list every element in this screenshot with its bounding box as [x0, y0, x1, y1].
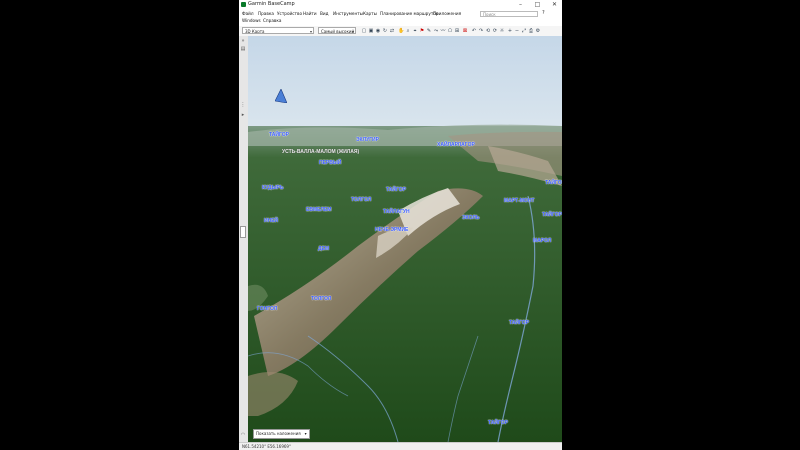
- zoom-icon[interactable]: ⌕: [405, 28, 411, 34]
- garmin-icon: [241, 2, 246, 7]
- tilt-icon[interactable]: ⟳: [492, 28, 498, 34]
- track-icon[interactable]: 〰: [440, 28, 446, 34]
- rotate-icon[interactable]: ⟲: [485, 28, 491, 34]
- maximize-icon[interactable]: □: [532, 0, 543, 9]
- menu-device[interactable]: Устройство: [277, 11, 302, 16]
- menu-route-planning[interactable]: Планирование маршрутов: [380, 11, 438, 16]
- splitter-handle[interactable]: [240, 226, 246, 238]
- coordinates-readout: N61.54210° E56.16969°: [242, 444, 291, 449]
- measure-icon[interactable]: ⊞: [454, 28, 460, 34]
- map-label[interactable]: ТОЛГОЛ: [351, 197, 371, 203]
- menu-help[interactable]: Справка: [263, 18, 281, 23]
- map-label[interactable]: КУДЫРЬ: [262, 185, 283, 191]
- detail-select-value: Самый высокий: [321, 29, 355, 34]
- pencil-icon[interactable]: ✎: [426, 28, 432, 34]
- map-label[interactable]: ГОНГОЛ: [257, 306, 277, 312]
- route-icon[interactable]: ⤳: [433, 28, 439, 34]
- refresh-icon[interactable]: ↻: [382, 28, 388, 34]
- zoom-in-icon[interactable]: +: [507, 28, 513, 34]
- map-label[interactable]: ТАЙГОР: [509, 320, 529, 326]
- map-label[interactable]: ТАЙГОР: [542, 212, 562, 218]
- expand-icon[interactable]: ⤢: [521, 28, 527, 34]
- map-label[interactable]: ТАЙГОР: [545, 180, 562, 186]
- 3d-map-view[interactable]: ТАЙГОР ЭКЛУГИР ХАЙЛАРЛАГОР УСТЬ-ВАЛЛА-МАЛОМ…: [248, 36, 562, 442]
- chevron-down-icon: ▾: [351, 29, 354, 34]
- map-label[interactable]: ПЕРВЫЙ: [319, 160, 341, 166]
- map-label[interactable]: МАРТ-МОНТ: [504, 198, 534, 204]
- map-label[interactable]: ТАЙГОР: [488, 420, 508, 426]
- area-icon[interactable]: ⬠: [447, 28, 453, 34]
- search-input[interactable]: Поиск: [480, 11, 538, 17]
- map-label[interactable]: ТАЙГОР: [269, 132, 289, 138]
- select-icon[interactable]: ⌖: [412, 28, 418, 34]
- basecamp-window: Garmin BaseCamp – □ ✕ Файл Правка Устрой…: [239, 0, 562, 450]
- zoom-out-icon[interactable]: −: [514, 28, 520, 34]
- print-icon[interactable]: ⎙: [528, 28, 534, 34]
- overlay-toggle-button[interactable]: Показать наложения ▾: [253, 429, 310, 439]
- map-label[interactable]: МАРОЛ: [533, 238, 551, 244]
- map-label[interactable]: ТОЛГОЛ: [311, 296, 331, 302]
- map-label[interactable]: ЕВМЕЛЕМ: [306, 207, 331, 213]
- 3d-view-icon[interactable]: ▣: [368, 28, 374, 34]
- map-label[interactable]: УСТЬ-ВАЛЛА-МАЛОМ (ЖИЛАЯ): [282, 149, 359, 155]
- detail-select[interactable]: Самый высокий ▾: [318, 27, 356, 34]
- close-icon[interactable]: ✕: [549, 0, 560, 9]
- menu-tools[interactable]: Инструменты: [333, 11, 363, 16]
- waypoint-icon[interactable]: ⚑: [419, 28, 425, 34]
- map-select-value: 3D Карта: [245, 29, 265, 34]
- map-label[interactable]: ХАЙЛАРЛАГОР: [437, 142, 475, 148]
- library-icon[interactable]: ▤: [240, 46, 246, 52]
- minimize-icon[interactable]: –: [515, 0, 526, 9]
- wifi-icon: ◠: [240, 432, 246, 438]
- redo-icon[interactable]: ↷: [478, 28, 484, 34]
- settings-icon[interactable]: ⚙: [535, 28, 541, 34]
- menu-maps[interactable]: Карты: [363, 11, 377, 16]
- menu-edit[interactable]: Правка: [258, 11, 274, 16]
- chevron-down-icon: ▾: [309, 29, 312, 34]
- window-title: Garmin BaseCamp: [248, 1, 295, 7]
- compass-arrow-icon[interactable]: [275, 89, 287, 103]
- map-label[interactable]: ЭКОЛЬ: [462, 215, 479, 221]
- help-icon[interactable]: ?: [542, 10, 545, 16]
- menu-apps[interactable]: Приложения: [433, 11, 461, 16]
- chevron-down-icon: ▾: [304, 431, 307, 436]
- menu-file[interactable]: Файл: [242, 11, 254, 16]
- globe-icon[interactable]: ◉: [375, 28, 381, 34]
- delete-icon[interactable]: ⊠: [462, 28, 468, 34]
- map-label[interactable]: ДЕМ: [318, 246, 329, 252]
- map-select[interactable]: 3D Карта ▾: [242, 27, 314, 34]
- scroll-arrow-icon[interactable]: ▸: [240, 112, 246, 118]
- transfer-icon[interactable]: ⇄: [389, 28, 395, 34]
- map-label[interactable]: ТАЙГОР: [386, 187, 406, 193]
- light-icon[interactable]: ☼: [499, 28, 505, 34]
- map-view-icon[interactable]: ▢: [361, 28, 367, 34]
- map-label[interactable]: ТАЙЛАГУН: [383, 209, 410, 215]
- collapse-panel-icon[interactable]: »: [240, 38, 246, 44]
- status-bar: N61.54210° E56.16969°: [239, 442, 562, 450]
- map-label[interactable]: НЕЧЕ-ЭРМИЕ: [375, 227, 408, 233]
- undo-icon[interactable]: ↶: [471, 28, 477, 34]
- menu-bar: Файл Правка Устройство Найти Вид Инструм…: [239, 9, 562, 26]
- map-label[interactable]: ЭКЛУГИР: [356, 137, 379, 143]
- terrain-render: [248, 36, 562, 442]
- hand-icon[interactable]: ✋: [398, 28, 404, 34]
- menu-find[interactable]: Найти: [303, 11, 317, 16]
- menu-view[interactable]: Вид: [320, 11, 329, 16]
- map-label[interactable]: ИНЕЙ: [264, 218, 278, 224]
- overlay-toggle-label: Показать наложения: [256, 431, 301, 436]
- panel-handle-icon[interactable]: ⋮: [240, 102, 246, 108]
- menu-windows[interactable]: Windows: [242, 18, 261, 23]
